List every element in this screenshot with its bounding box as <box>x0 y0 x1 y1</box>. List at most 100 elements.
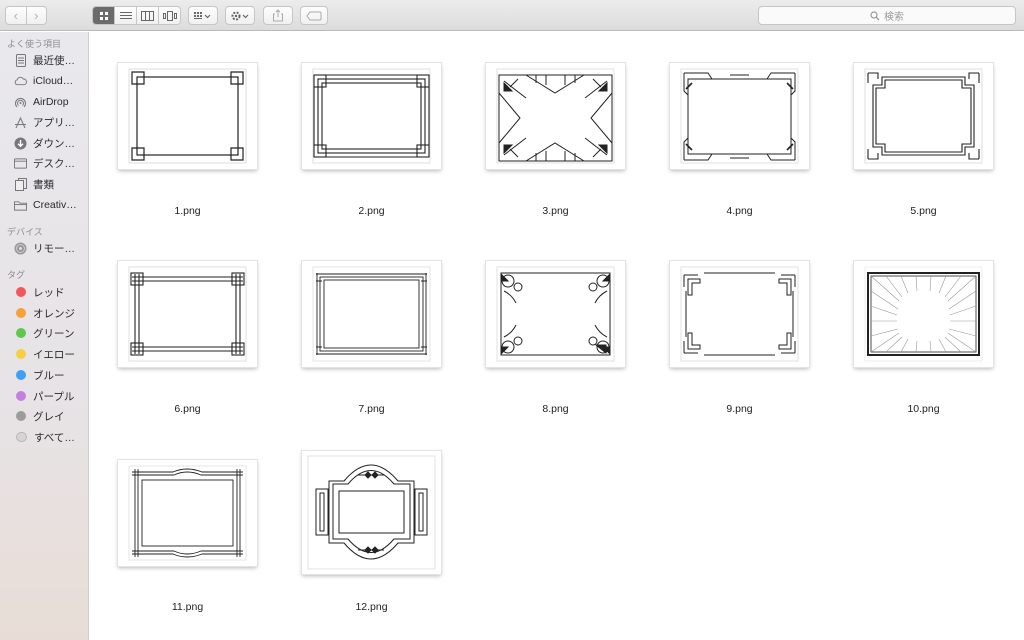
downloads-icon <box>14 137 27 150</box>
sidebar-item-label: iCloud… <box>33 75 74 87</box>
desktop-icon <box>14 157 27 170</box>
sidebar-item-creative[interactable]: Creativ… <box>14 196 77 214</box>
sidebar-item-label: アプリ… <box>33 116 75 129</box>
file-name-label: 2.png <box>358 205 385 217</box>
sidebar-tag-green[interactable]: グリーン <box>14 324 74 342</box>
file-thumbnail[interactable] <box>670 63 809 169</box>
tag-color-dot <box>16 308 26 318</box>
icon-grid-icon <box>99 11 108 20</box>
favorites-heading: よく使う項目 <box>7 39 62 49</box>
toolbar: ‹ › 検索 <box>0 0 1024 31</box>
applications-icon <box>14 116 27 129</box>
tag-color-dot <box>16 287 26 297</box>
sidebar-item-remote-disc[interactable]: リモー… <box>14 239 75 257</box>
back-button[interactable]: ‹ <box>6 7 26 24</box>
tag-color-dot <box>16 349 26 359</box>
devices-heading: デバイス <box>7 227 43 237</box>
file-thumbnail[interactable] <box>118 460 257 566</box>
airdrop-icon <box>14 96 27 109</box>
sidebar-item-label: レッド <box>33 286 65 299</box>
file-thumbnail[interactable] <box>302 63 441 169</box>
file-name-label: 5.png <box>910 205 937 217</box>
tag-color-dot <box>16 411 26 421</box>
sidebar-tag-yellow[interactable]: イエロー <box>14 345 75 363</box>
file-name-label: 4.png <box>726 205 753 217</box>
share-button[interactable] <box>263 6 293 25</box>
search-icon <box>870 10 880 20</box>
file-thumbnail[interactable] <box>302 451 441 574</box>
sidebar-item-label: パープル <box>33 390 75 403</box>
search-field[interactable]: 検索 <box>758 6 1016 25</box>
tag-color-dot <box>16 370 26 380</box>
file-thumbnail[interactable] <box>854 261 993 367</box>
tag-icon <box>306 11 322 20</box>
sidebar-item-label: ダウン… <box>33 137 75 150</box>
action-button[interactable] <box>225 6 255 25</box>
sidebar-item-label: Creativ… <box>33 199 77 211</box>
sidebar-item-label: イエロー <box>33 348 75 361</box>
sidebar-item-applications[interactable]: アプリ… <box>14 113 75 131</box>
sidebar-item-downloads[interactable]: ダウン… <box>14 134 75 152</box>
sidebar-item-label: 最近使… <box>33 54 75 67</box>
columns-icon <box>141 10 154 21</box>
sidebar-tag-gray[interactable]: グレイ <box>14 407 65 425</box>
icon-view-button[interactable] <box>93 7 114 24</box>
file-thumbnail[interactable] <box>118 63 257 169</box>
sidebar: よく使う項目 最近使… iCloud… AirDrop アプリ… ダウン… デス… <box>0 32 89 640</box>
file-name-label: 10.png <box>907 403 940 415</box>
sidebar-item-label: デスク… <box>33 157 75 170</box>
file-thumbnail[interactable] <box>302 261 441 367</box>
folder-icon <box>14 199 27 212</box>
file-thumbnail[interactable] <box>486 261 625 367</box>
sidebar-item-airdrop[interactable]: AirDrop <box>14 93 69 111</box>
sidebar-item-recents[interactable]: 最近使… <box>14 51 75 69</box>
forward-button[interactable]: › <box>25 7 47 24</box>
sidebar-tag-red[interactable]: レッド <box>14 283 65 301</box>
file-name-label: 7.png <box>358 403 385 415</box>
sidebar-item-label: AirDrop <box>33 96 69 108</box>
sidebar-tag-all[interactable]: すべて… <box>14 428 75 446</box>
column-view-button[interactable] <box>136 7 158 24</box>
remote-disc-icon <box>14 242 27 255</box>
sidebar-item-label: オレンジ <box>33 307 75 320</box>
sidebar-item-label: グリーン <box>33 327 75 340</box>
cover-flow-view-button[interactable] <box>158 7 180 24</box>
search-placeholder: 検索 <box>884 12 904 23</box>
recents-icon <box>14 53 27 67</box>
tags-button[interactable] <box>300 6 328 25</box>
sidebar-tag-orange[interactable]: オレンジ <box>14 304 75 322</box>
file-name-label: 11.png <box>171 601 204 613</box>
file-thumbnail[interactable] <box>486 63 625 169</box>
sidebar-tag-purple[interactable]: パープル <box>14 387 74 405</box>
sidebar-item-label: グレイ <box>33 410 65 423</box>
icloud-icon <box>14 75 27 88</box>
sidebar-item-label: ブルー <box>33 369 65 382</box>
sidebar-item-label: リモー… <box>33 242 75 255</box>
file-thumbnail[interactable] <box>118 261 257 367</box>
sidebar-item-label: 書類 <box>33 178 54 191</box>
file-name-label: 9.png <box>726 403 753 415</box>
sidebar-item-icloud[interactable]: iCloud… <box>14 72 73 90</box>
sidebar-item-label: すべて… <box>34 431 75 444</box>
share-icon <box>273 9 283 22</box>
file-name-label: 1.png <box>174 205 201 217</box>
view-mode-switcher <box>92 6 181 25</box>
tags-heading: タグ <box>7 270 26 280</box>
file-name-label: 3.png <box>542 205 569 217</box>
sidebar-tag-blue[interactable]: ブルー <box>14 366 65 384</box>
file-thumbnail[interactable] <box>670 261 809 367</box>
file-name-label: 8.png <box>542 403 569 415</box>
tag-color-dot <box>16 391 26 401</box>
sidebar-item-desktop[interactable]: デスク… <box>14 154 75 172</box>
file-thumbnail[interactable] <box>854 63 993 169</box>
tag-color-dot <box>16 432 27 442</box>
list-view-button[interactable] <box>114 7 136 24</box>
chevron-left-icon: ‹ <box>13 8 18 23</box>
file-name-label: 6.png <box>174 403 201 415</box>
tag-color-dot <box>16 328 26 338</box>
sidebar-item-documents[interactable]: 書類 <box>14 175 54 193</box>
arrange-button[interactable] <box>188 6 218 25</box>
file-icon-grid: 1.png 2.png 3.png 4.png 5.png 6.png 7.pn… <box>90 32 1024 640</box>
gear-icon <box>231 11 249 20</box>
arrange-grid-icon <box>194 11 211 19</box>
